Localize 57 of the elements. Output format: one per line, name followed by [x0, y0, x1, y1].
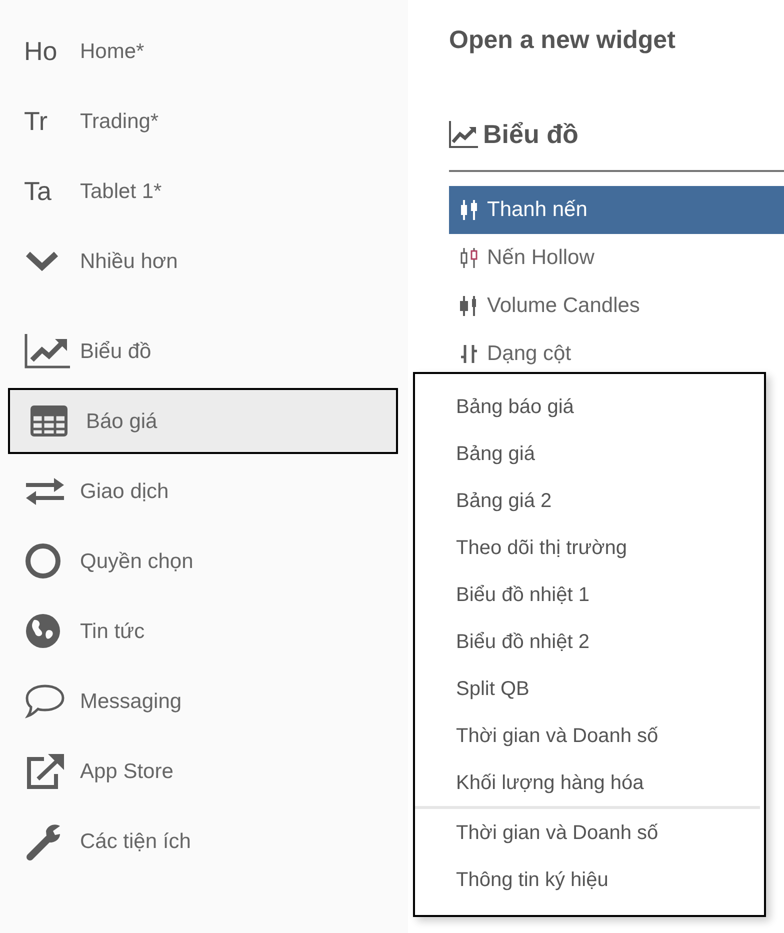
- sidebar-item[interactable]: Quyền chọn: [4, 528, 408, 594]
- external-link-icon: [24, 752, 66, 790]
- sidebar-item[interactable]: Giao dịch: [4, 458, 408, 524]
- sidebar-label: Quyền chọn: [80, 550, 194, 572]
- sidebar-label: Tin tức: [80, 620, 145, 642]
- sidebar-label: Home*: [80, 40, 144, 62]
- menu-item[interactable]: Biểu đồ nhiệt 2: [415, 618, 764, 665]
- sidebar-item[interactable]: Tin tức: [4, 598, 408, 664]
- speech-bubble-icon: [24, 683, 66, 719]
- sidebar-item[interactable]: Nhiều hơn: [4, 228, 408, 294]
- menu-item[interactable]: Biểu đồ nhiệt 1: [415, 571, 764, 618]
- panel-title: Open a new widget: [449, 25, 676, 56]
- menu-item[interactable]: Thời gian và Doanh số: [415, 809, 764, 856]
- hollow-candlestick-icon: [459, 247, 479, 269]
- chart-type-item[interactable]: Thanh nến: [449, 186, 784, 234]
- globe-icon: [24, 612, 62, 650]
- chart-type-item[interactable]: Volume Candles: [449, 282, 784, 330]
- column-chart-icon: [459, 343, 479, 365]
- menu-item[interactable]: Theo dõi thị trường: [415, 524, 764, 571]
- sidebar-label: Trading*: [80, 110, 159, 132]
- sidebar-item[interactable]: Messaging: [4, 668, 408, 734]
- menu-item[interactable]: Bảng giá 2: [415, 477, 764, 524]
- menu-item[interactable]: Thông tin ký hiệu: [415, 856, 764, 903]
- sidebar-item[interactable]: Biểu đồ: [4, 318, 408, 384]
- sidebar-item[interactable]: Ho Home*: [4, 18, 408, 84]
- menu-item[interactable]: Bảng giá: [415, 430, 764, 477]
- sidebar-label: Messaging: [80, 690, 182, 712]
- sidebar-label: Biểu đồ: [80, 340, 152, 362]
- menu-item[interactable]: Split QB: [415, 665, 764, 712]
- circle-icon: [24, 542, 62, 580]
- menu-item[interactable]: Thời gian và Doanh số: [415, 712, 764, 759]
- chevron-down-icon: [24, 250, 60, 272]
- sidebar-item[interactable]: App Store: [4, 738, 408, 804]
- sidebar-label: Báo giá: [86, 410, 158, 432]
- abbreviation-icon: Ho: [24, 38, 58, 64]
- sidebar-label: Các tiện ích: [80, 830, 191, 852]
- swap-arrows-icon: [24, 475, 66, 507]
- sidebar-item[interactable]: Các tiện ích: [4, 808, 408, 874]
- sidebar-item[interactable]: Tr Trading*: [4, 88, 408, 154]
- sidebar-label: Giao dịch: [80, 480, 169, 502]
- abbreviation-icon: Ta: [24, 178, 52, 204]
- chart-type-item[interactable]: Nến Hollow: [449, 234, 784, 282]
- sidebar-item[interactable]: Báo giá: [8, 388, 398, 454]
- sidebar-label: App Store: [80, 760, 174, 782]
- sidebar-label: Tablet 1*: [80, 180, 162, 202]
- menu-item[interactable]: Bảng báo giá: [415, 383, 764, 430]
- chart-icon: [24, 333, 72, 369]
- table-icon: [30, 405, 68, 437]
- candlestick-icon: [459, 295, 479, 317]
- section-heading: Biểu đồ: [483, 118, 578, 150]
- menu-item[interactable]: Khối lượng hàng hóa: [415, 759, 764, 806]
- chart-icon: [449, 120, 479, 148]
- chart-type-item[interactable]: Dạng cột: [449, 330, 784, 378]
- sidebar-item[interactable]: Ta Tablet 1*: [4, 158, 408, 224]
- sidebar-label: Nhiều hơn: [80, 250, 178, 272]
- abbreviation-icon: Tr: [24, 108, 48, 134]
- candlestick-icon: [459, 199, 479, 221]
